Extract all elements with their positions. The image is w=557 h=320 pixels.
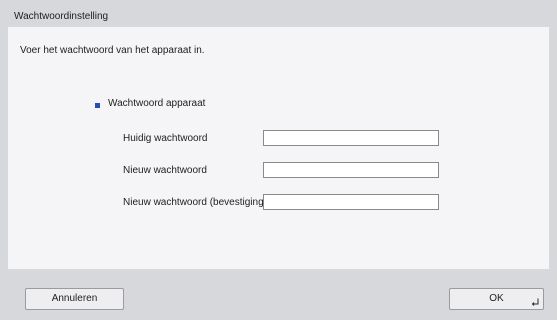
ok-button-label: OK [489, 293, 504, 304]
password-settings-dialog: Wachtwoordinstelling Voer het wachtwoord… [8, 8, 549, 312]
new-password-field[interactable] [263, 162, 439, 178]
confirm-password-field[interactable] [263, 194, 439, 210]
bullet-square-icon [95, 103, 100, 108]
dialog-content: Voer het wachtwoord van het apparaat in.… [8, 27, 549, 269]
current-password-label: Huidig wachtwoord [123, 133, 208, 144]
new-password-label: Nieuw wachtwoord [123, 165, 207, 176]
confirm-password-label: Nieuw wachtwoord (bevestiging) [123, 197, 267, 208]
cancel-button[interactable]: Annuleren [25, 288, 124, 310]
dialog-footer: Annuleren OK [8, 270, 549, 312]
instruction-text: Voer het wachtwoord van het apparaat in. [20, 45, 205, 56]
section-label: Wachtwoord apparaat [108, 98, 206, 109]
title-bar: Wachtwoordinstelling [8, 8, 549, 26]
ok-button[interactable]: OK [449, 288, 544, 310]
current-password-field[interactable] [263, 130, 439, 146]
dialog-title: Wachtwoordinstelling [14, 11, 109, 22]
enter-icon [531, 298, 539, 306]
